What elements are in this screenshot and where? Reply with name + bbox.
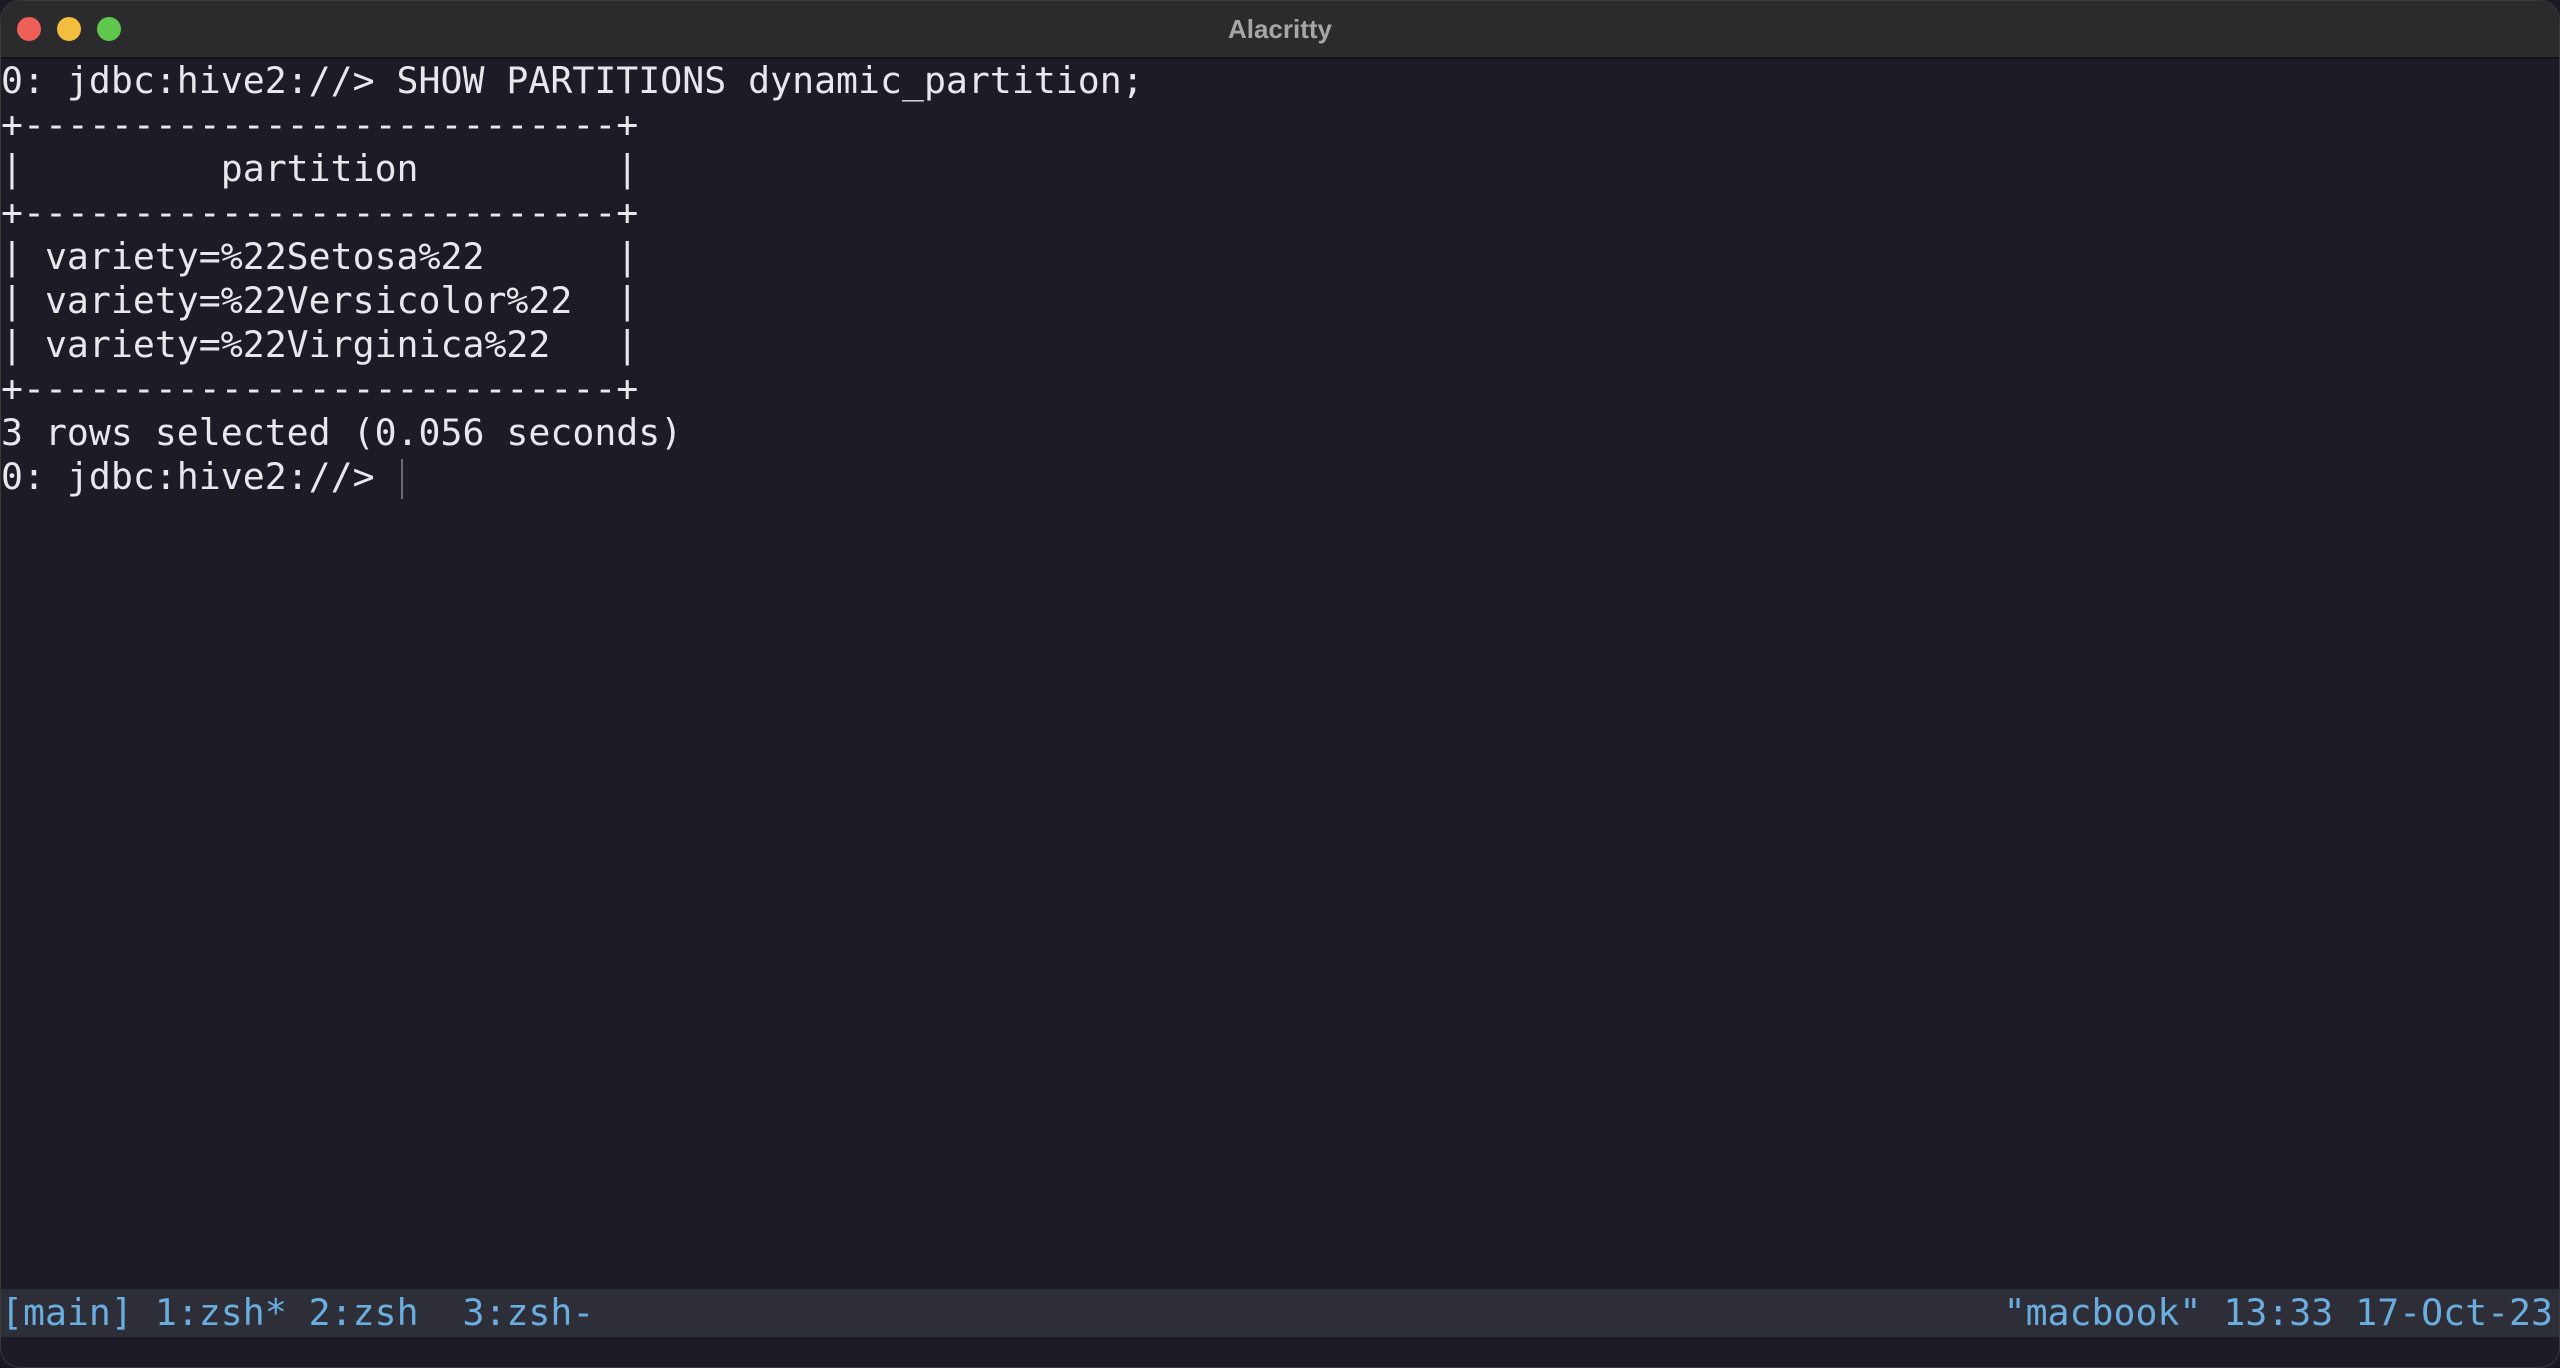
table-border-header: +---------------------------+ (1, 191, 639, 234)
table-row: | variety=%22Setosa%22 | (1, 235, 639, 278)
table-row: | variety=%22Virginica%22 | (1, 323, 639, 366)
current-prompt-line[interactable]: 0: jdbc:hive2://> (1, 455, 403, 499)
text-cursor (400, 458, 403, 499)
tmux-status-bar: [main] 1:zsh* 2:zsh 3:zsh- "macbook" 13:… (1, 1289, 2559, 1337)
clock-time: 13:33 (2223, 1291, 2334, 1334)
table-row: | variety=%22Versicolor%22 | (1, 279, 639, 322)
hostname: "macbook" (2003, 1291, 2202, 1334)
clock-date: 17-Oct-23 (2355, 1291, 2553, 1334)
window-list[interactable]: 1:zsh* 2:zsh 3:zsh- (155, 1291, 595, 1334)
table-header: | partition | (1, 147, 639, 190)
status-right: "macbook" 13:33 17-Oct-23 (2004, 1289, 2553, 1337)
session-name: [main] (1, 1291, 133, 1334)
prompt-command-line: 0: jdbc:hive2://> SHOW PARTITIONS dynami… (1, 59, 1144, 102)
result-summary: 3 rows selected (0.056 seconds) (1, 411, 683, 454)
status-left: [main] 1:zsh* 2:zsh 3:zsh- (1, 1289, 594, 1337)
window-title: Alacritty (1227, 14, 1333, 44)
prompt-text: 0: jdbc:hive2://> (1, 455, 397, 498)
terminal-output[interactable]: 0: jdbc:hive2://> SHOW PARTITIONS dynami… (1, 59, 2559, 1285)
terminal-window: Alacritty 0: jdbc:hive2://> SHOW PARTITI… (0, 0, 2560, 1368)
table-border-bottom: +---------------------------+ (1, 367, 639, 410)
title-bar[interactable]: Alacritty (1, 1, 2559, 59)
table-border-top: +---------------------------+ (1, 103, 639, 146)
